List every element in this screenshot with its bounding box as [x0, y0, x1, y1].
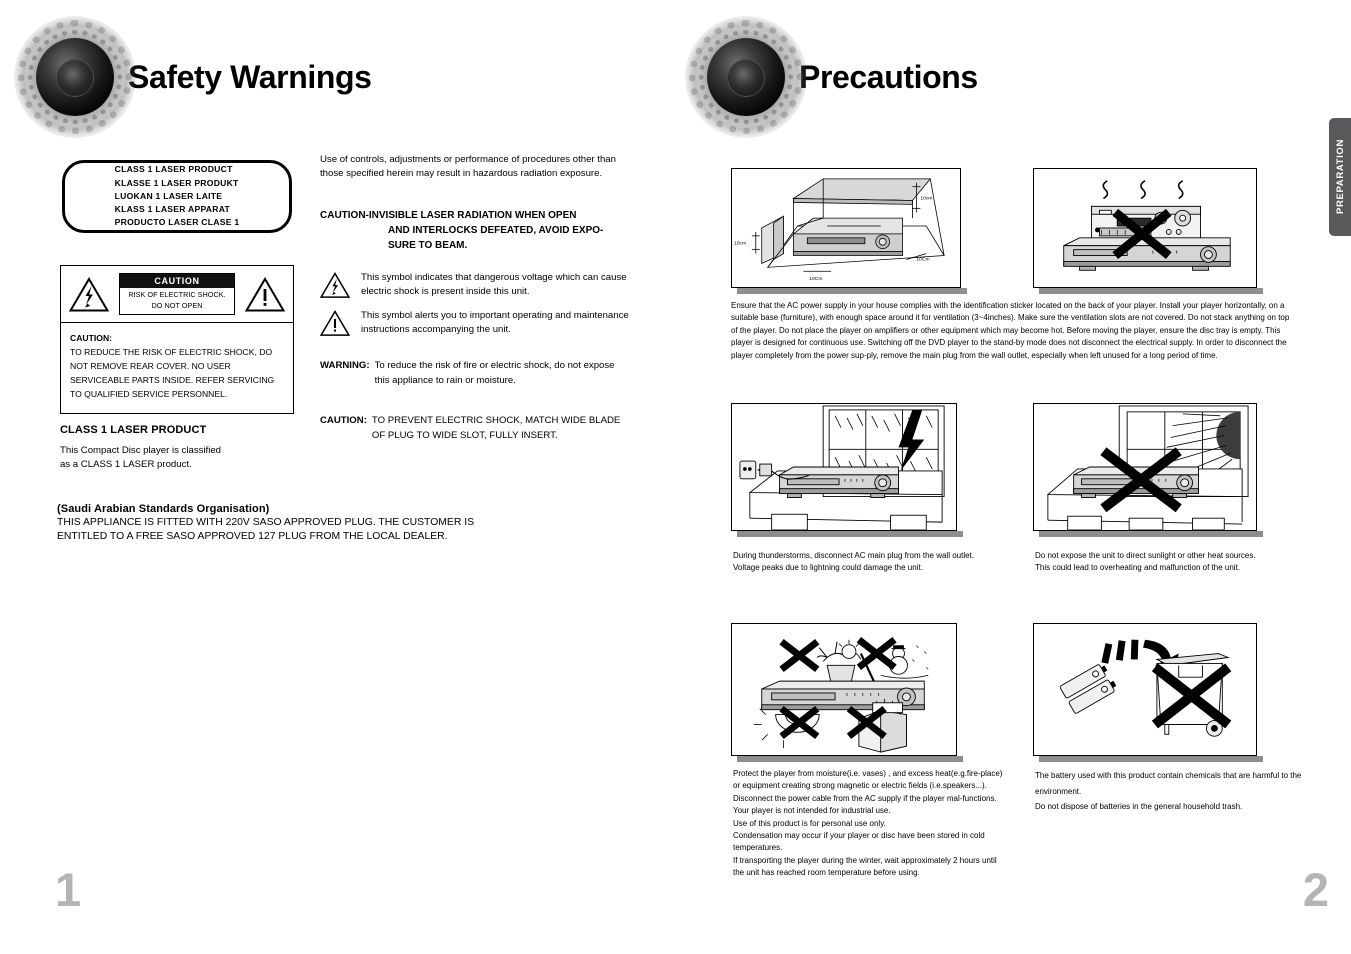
page-precautions: Precautions PREPARATION 10cm 10cm 10Cm 1…	[676, 0, 1351, 954]
manual-spread: Safety Warnings CLASS 1 LASER PRODUCT KL…	[0, 0, 1351, 954]
caution-body-text: CAUTION: TO REDUCE THE RISK OF ELECTRIC …	[61, 323, 293, 413]
figure-battery-disposal	[1033, 623, 1257, 756]
exclamation-triangle-icon	[245, 276, 285, 312]
caption-thunderstorm-line: During thunderstorms, disconnect AC main…	[733, 551, 975, 560]
dim-left: 10cm	[734, 241, 746, 247]
class1-heading: CLASS 1 LASER PRODUCT	[60, 424, 207, 436]
caption-moisture-line: Use of this product is for personal use …	[733, 818, 886, 828]
caution-label-subtext: RISK OF ELECTRIC SHOCK. DO NOT OPEN	[120, 288, 234, 315]
saso-heading: (Saudi Arabian Standards Organisation)	[57, 503, 270, 515]
caption-sunlight-line: Do not expose the unit to direct sunligh…	[1035, 551, 1256, 560]
controls-intro-text: Use of controls, adjustments or performa…	[320, 154, 616, 180]
caption-moisture-heat: Protect the player from moisture(i.e. va…	[733, 768, 1005, 880]
plug-caution-block: CAUTION: TO PREVENT ELECTRIC SHOCK, MATC…	[320, 414, 630, 443]
caption-sunlight: Do not expose the unit to direct sunligh…	[1035, 550, 1305, 575]
important-instructions-symbol-row: This symbol alerts you to important oper…	[319, 309, 630, 338]
caution-body-heading: CAUTION:	[70, 333, 113, 344]
lightning-bolt-triangle-icon	[69, 276, 109, 312]
page-number-right: 2	[1302, 863, 1329, 916]
page-header-right: Precautions	[681, 12, 978, 142]
saso-section: (Saudi Arabian Standards Organisation) T…	[57, 503, 477, 545]
page-number-left: 1	[55, 863, 82, 916]
caution-sub-line: DO NOT OPEN	[151, 300, 203, 310]
figure-ventilation-clearance: 10cm 10cm 10Cm 10Cm	[731, 168, 961, 288]
laser-product-box: CLASS 1 LASER PRODUCT KLASSE 1 LASER PRO…	[62, 160, 292, 233]
laser-caution-line3: SURE TO BEAM.	[388, 239, 468, 251]
plug-caution-text: TO PREVENT ELECTRIC SHOCK, MATCH WIDE BL…	[371, 415, 621, 441]
lightning-bolt-triangle-icon	[319, 271, 351, 299]
class1-laser-section: CLASS 1 LASER PRODUCT This Compact Disc …	[60, 424, 320, 473]
laser-product-lines: CLASS 1 LASER PRODUCT KLASSE 1 LASER PRO…	[115, 163, 240, 230]
plug-caution-label: CAUTION:	[320, 415, 367, 427]
caption-battery-line: Do not dispose of batteries in the gener…	[1035, 802, 1243, 812]
electric-shock-caution-box: CAUTION RISK OF ELECTRIC SHOCK. DO NOT O…	[60, 265, 294, 414]
laser-caution-line2: AND INTERLOCKS DEFEATED, AVOID EXPO-	[388, 224, 604, 236]
exclamation-triangle-icon	[319, 309, 351, 337]
laser-line: CLASS 1 LASER PRODUCT	[114, 164, 233, 175]
page-title: Precautions	[799, 58, 978, 95]
warning-block: WARNING: To reduce the risk of fire or e…	[320, 359, 630, 388]
section-tab-preparation: PREPARATION	[1329, 118, 1351, 236]
figure-moisture-heat-hazards	[731, 623, 957, 756]
figure-no-direct-sunlight	[1033, 403, 1257, 531]
caption-battery: The battery used with this product conta…	[1035, 768, 1307, 815]
ventilation-paragraph-text: Ensure that the AC power supply in your …	[731, 301, 1290, 360]
speaker-logo-icon	[681, 12, 811, 142]
warning-text: To reduce the risk of fire or electric s…	[374, 360, 615, 386]
caption-sunlight-line: This could lead to overheating and malfu…	[1035, 563, 1241, 573]
speaker-logo-icon	[10, 12, 140, 142]
caution-label-title: CAUTION	[120, 274, 234, 288]
section-tab-label: PREPARATION	[1334, 139, 1346, 215]
caption-battery-line: The battery used with this product conta…	[1035, 771, 1302, 796]
laser-line: LUOKAN 1 LASER LAITE	[114, 190, 223, 201]
figure-no-stacking	[1033, 168, 1257, 288]
dangerous-voltage-symbol-row: This symbol indicates that dangerous vol…	[319, 271, 630, 300]
ventilation-paragraph: Ensure that the AC power supply in your …	[731, 300, 1293, 362]
caption-moisture-line: If transporting the player during the wi…	[733, 855, 997, 878]
laser-line: KLASSE 1 LASER PRODUKT	[114, 177, 239, 188]
left-page-right-column: Use of controls, adjustments or performa…	[319, 153, 630, 443]
figure-thunderstorm	[731, 403, 957, 531]
dangerous-voltage-text: This symbol indicates that dangerous vol…	[361, 271, 627, 298]
important-instructions-text: This symbol alerts you to important oper…	[361, 309, 629, 335]
caution-sub-line: RISK OF ELECTRIC SHOCK.	[128, 290, 226, 299]
laser-caution-line1: CAUTION-INVISIBLE LASER RADIATION WHEN O…	[320, 209, 577, 221]
caption-thunderstorm: During thunderstorms, disconnect AC main…	[733, 550, 998, 575]
caution-body-paragraph: TO REDUCE THE RISK OF ELECTRIC SHOCK, DO…	[70, 347, 275, 399]
page-title: Safety Warnings	[128, 58, 372, 95]
caution-label-box: CAUTION RISK OF ELECTRIC SHOCK. DO NOT O…	[119, 273, 235, 316]
page-header-left: Safety Warnings	[10, 12, 372, 142]
saso-body: THIS APPLIANCE IS FITTED WITH 220V SASO …	[57, 517, 475, 543]
dim-bottom: 10Cm	[809, 276, 822, 282]
laser-line: KLASS 1 LASER APPARAT	[114, 204, 231, 215]
class1-line1: This Compact Disc player is classified	[60, 445, 222, 456]
caption-moisture-line: Protect the player from moisture(i.e. va…	[733, 769, 1003, 816]
warning-label: WARNING:	[320, 360, 370, 372]
dim-right: 10cm	[920, 195, 932, 201]
dim-front: 10Cm	[916, 256, 929, 262]
caption-thunderstorm-line: Voltage peaks due to lightning could dam…	[733, 563, 923, 573]
invisible-laser-caution: CAUTION-INVISIBLE LASER RADIATION WHEN O…	[320, 208, 630, 253]
laser-line: PRODUCTO LASER CLASE 1	[114, 217, 240, 228]
class1-line2: as a CLASS 1 LASER product.	[60, 459, 192, 471]
caption-moisture-line: Condensation may occur if your player or…	[733, 830, 985, 853]
page-safety-warnings: Safety Warnings CLASS 1 LASER PRODUCT KL…	[0, 0, 676, 954]
